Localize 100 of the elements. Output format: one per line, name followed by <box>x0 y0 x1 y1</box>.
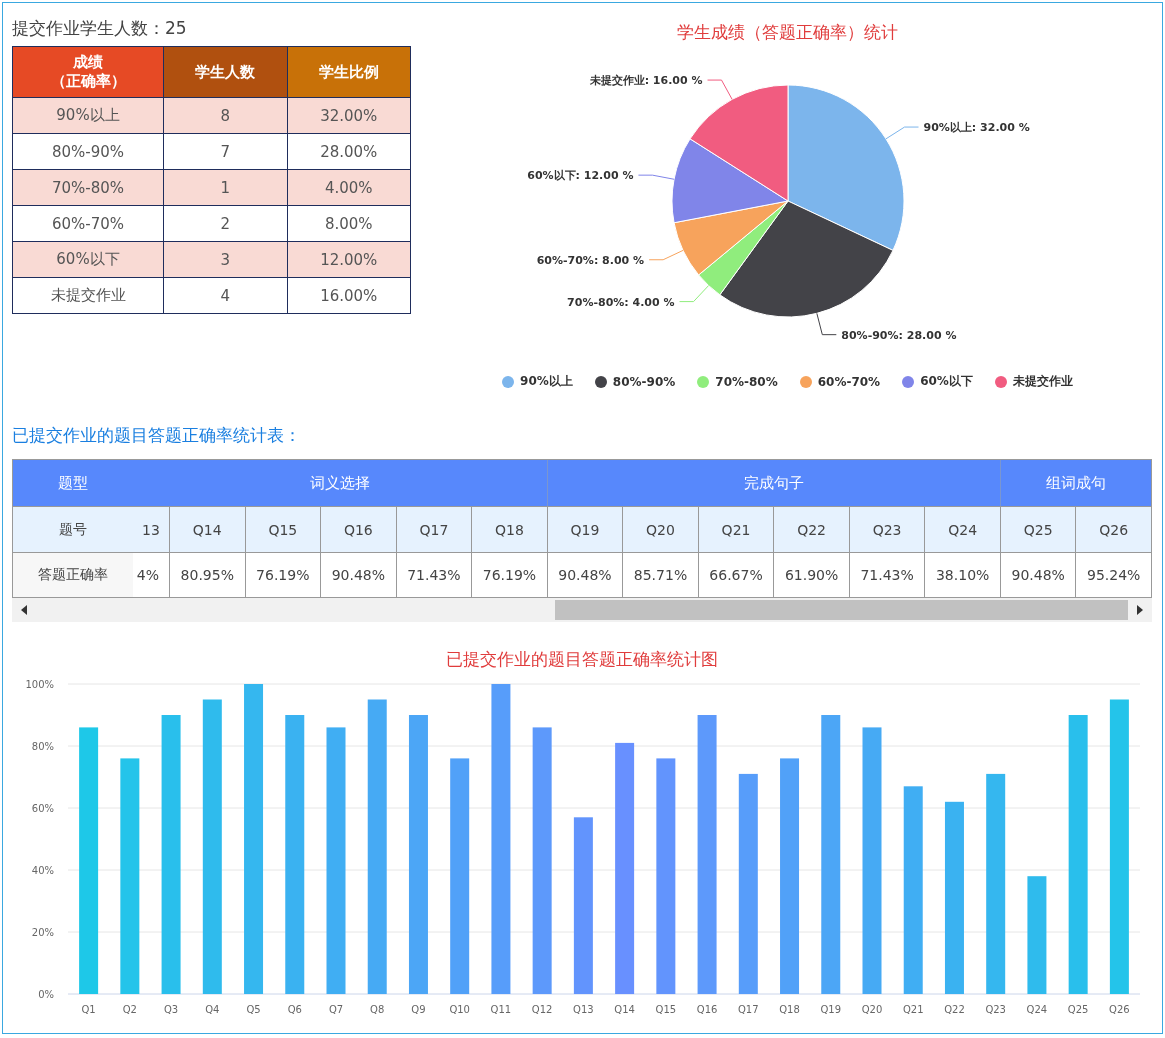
axis-tick-label: 20% <box>31 927 54 938</box>
chart-title: 已提交作业的题目答题正确率统计图 <box>445 648 719 671</box>
table-cell: 70%-80% <box>12 169 164 206</box>
table-cell: Q17 <box>395 506 472 552</box>
row-header: 题号 <box>13 506 133 552</box>
table-cell: 90%以上 <box>12 97 164 134</box>
table-cell: 16.00% <box>287 277 411 314</box>
table-cell: 12.00% <box>287 241 411 278</box>
table-cell: Q20 <box>622 506 698 552</box>
axis-tick-label: Q9 <box>411 1004 426 1015</box>
summary-text: 提交作业学生人数：25 <box>12 17 187 40</box>
axis-tick-label: Q10 <box>449 1004 470 1015</box>
table-cell: 60%-70% <box>12 205 164 242</box>
axis-tick-label: 0% <box>38 989 54 1000</box>
table-cell: 13 <box>133 506 169 552</box>
table-cell: 85.71% <box>622 552 698 598</box>
axis-tick-label: 100% <box>25 679 54 690</box>
axis-tick-label: Q25 <box>1067 1004 1089 1015</box>
table-cell: 80%-90% <box>12 133 164 170</box>
table-cell: 61.90% <box>773 552 849 598</box>
axis-tick-label: 40% <box>31 865 54 876</box>
table-cell: Q24 <box>924 506 1000 552</box>
horizontal-scrollbar[interactable] <box>12 598 1152 622</box>
table-cell: 90.48% <box>320 552 396 598</box>
data-label: 70%-80%: 4.00 % <box>566 295 675 309</box>
table-cell: Q25 <box>999 506 1076 552</box>
axis-tick-label: 80% <box>31 741 54 752</box>
table-cell: 8.00% <box>287 205 411 242</box>
table-cell: 4 <box>163 277 287 314</box>
table-cell: Q15 <box>244 506 321 552</box>
column-header: 学生人数 <box>163 46 287 98</box>
section-heading: 已提交作业的题目答题正确率统计表： <box>12 424 301 447</box>
data-label: 60%以下: 12.00 % <box>526 169 633 183</box>
table-cell: 28.00% <box>287 133 411 170</box>
table-cell: 38.10% <box>924 552 1000 598</box>
axis-tick-label: Q15 <box>655 1004 677 1015</box>
table-cell: 1 <box>163 169 287 206</box>
data-label: 80%-90%: 28.00 % <box>840 328 956 342</box>
table-cell: Q26 <box>1075 506 1151 552</box>
axis-tick-label: Q2 <box>122 1004 137 1015</box>
table-cell: Q22 <box>773 506 849 552</box>
table-cell: 76.19% <box>244 552 321 598</box>
table-cell: Q14 <box>169 506 245 552</box>
leader-line <box>648 249 684 261</box>
legend-label: 80%-90% <box>612 374 676 389</box>
table-cell: Q19 <box>546 506 623 552</box>
column-header: 学生比例 <box>287 46 411 98</box>
table-cell: Q21 <box>697 506 774 552</box>
axis-tick-label: 60% <box>31 803 54 814</box>
axis-tick-label: Q5 <box>246 1004 261 1015</box>
table-cell: 71.43% <box>848 552 925 598</box>
legend-label: 90%以上 <box>520 373 573 390</box>
axis-tick-label: Q8 <box>370 1004 385 1015</box>
table-cell: 3 <box>163 241 287 278</box>
axis-tick-label: Q18 <box>779 1004 800 1015</box>
axis-tick-label: Q13 <box>573 1004 594 1015</box>
leader-line <box>706 79 733 100</box>
chart-title: 学生成绩（答题正确率）统计 <box>676 21 899 44</box>
table-cell: 2 <box>163 205 287 242</box>
axis-tick-label: Q16 <box>696 1004 718 1015</box>
axis-tick-label: Q20 <box>861 1004 883 1015</box>
axis-tick-label: Q21 <box>902 1004 924 1015</box>
scrollbar-thumb[interactable] <box>554 600 1128 620</box>
axis-tick-label: Q14 <box>614 1004 635 1015</box>
axis-tick-label: Q11 <box>490 1004 512 1015</box>
data-label: 60%-70%: 8.00 % <box>536 253 644 267</box>
group-header: 词义选择 <box>133 460 547 506</box>
row-header: 题型 <box>13 460 133 506</box>
legend-label: 60%以下 <box>920 373 973 390</box>
axis-tick-label: Q17 <box>738 1004 759 1015</box>
legend-label: 未提交作业 <box>1012 373 1073 390</box>
table-cell: 4% <box>133 552 169 598</box>
table-cell: Q16 <box>320 506 396 552</box>
table-cell: 4.00% <box>287 169 411 206</box>
table-cell: 90.48% <box>546 552 623 598</box>
table-cell: 80.95% <box>169 552 245 598</box>
axis-tick-label: Q19 <box>820 1004 842 1015</box>
table-cell: Q18 <box>471 506 547 552</box>
axis-tick-label: Q23 <box>985 1004 1006 1015</box>
table-cell: 76.19% <box>471 552 547 598</box>
table-cell: 7 <box>163 133 287 170</box>
table-cell: 95.24% <box>1075 552 1151 598</box>
axis-tick-label: Q12 <box>531 1004 553 1015</box>
table-cell: Q23 <box>848 506 925 552</box>
leader-line <box>678 285 709 303</box>
table-cell: 8 <box>163 97 287 134</box>
table-cell: 60%以下 <box>12 241 164 278</box>
axis-tick-label: Q3 <box>163 1004 179 1015</box>
axis-tick-label: Q22 <box>944 1004 965 1015</box>
axis-tick-label: Q1 <box>81 1004 96 1015</box>
column-header: 成绩 （正确率） <box>12 46 164 98</box>
axis-tick-label: Q4 <box>205 1004 220 1015</box>
axis-tick-label: Q26 <box>1109 1004 1130 1015</box>
table-cell: 66.67% <box>697 552 774 598</box>
table-cell: 71.43% <box>395 552 472 598</box>
table-cell: 90.48% <box>999 552 1076 598</box>
row-header: 答题正确率 <box>13 552 133 598</box>
group-header: 完成句子 <box>546 460 1000 506</box>
axis-tick-label: Q24 <box>1026 1004 1048 1015</box>
leader-line <box>884 126 919 140</box>
